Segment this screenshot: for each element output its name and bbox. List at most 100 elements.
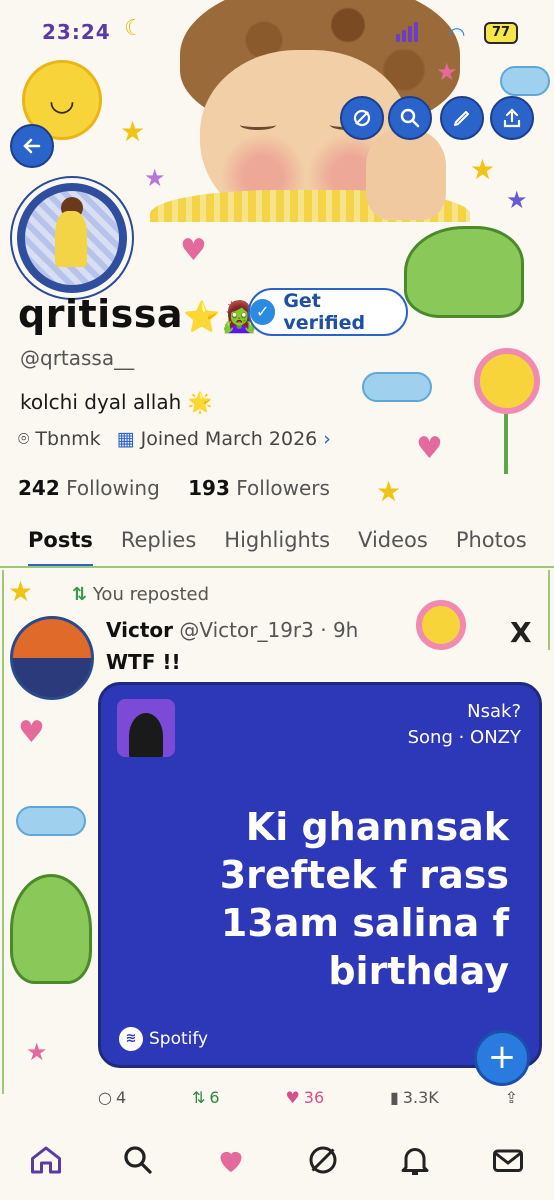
tab-photos[interactable]: Photos bbox=[456, 520, 527, 568]
share-post-button[interactable]: ⇪ bbox=[505, 1088, 518, 1107]
heart-doodle: ♥ bbox=[180, 233, 207, 268]
share-button[interactable] bbox=[490, 96, 534, 140]
cloud-doodle bbox=[16, 806, 86, 836]
dinosaur-doodle bbox=[10, 874, 92, 984]
home-icon bbox=[31, 1146, 62, 1174]
post-author-meta: @Victor_19r3 · 9h bbox=[179, 618, 359, 642]
banner-eye bbox=[240, 120, 276, 130]
nav-heart[interactable] bbox=[213, 1142, 249, 1182]
star-doodle: ★ bbox=[144, 164, 166, 192]
back-arrow-icon bbox=[23, 138, 41, 154]
search-icon bbox=[124, 1146, 153, 1174]
profile-meta: ⌾ Tbnmk ▦ Joined March 2026 › bbox=[18, 428, 331, 450]
frame-border bbox=[2, 570, 4, 1094]
post-author[interactable]: Victor @Victor_19r3 · 9h bbox=[106, 618, 358, 642]
spotify-icon: ≋ bbox=[119, 1027, 143, 1051]
tab-posts[interactable]: Posts bbox=[28, 520, 93, 568]
back-button[interactable] bbox=[10, 124, 54, 168]
frame-border bbox=[548, 570, 550, 650]
reply-button[interactable]: ○ 4 bbox=[98, 1088, 126, 1107]
song-thumbnail bbox=[117, 699, 175, 757]
post-author-name: Victor bbox=[106, 618, 174, 642]
spotify-source: ≋ Spotify bbox=[119, 1027, 208, 1051]
nav-search[interactable] bbox=[120, 1142, 156, 1182]
tab-highlights[interactable]: Highlights bbox=[224, 520, 330, 568]
wifi-icon: ◠ bbox=[448, 22, 466, 46]
banner-hand bbox=[366, 130, 446, 220]
reply-count: 4 bbox=[115, 1088, 127, 1107]
views-icon: ▮ bbox=[389, 1088, 399, 1107]
followers-link[interactable]: 193 Followers bbox=[188, 476, 330, 500]
post-close-button[interactable]: X bbox=[510, 616, 532, 649]
tab-videos[interactable]: Videos bbox=[358, 520, 428, 568]
chevron-right-icon[interactable]: › bbox=[323, 428, 331, 450]
nav-home[interactable] bbox=[28, 1142, 64, 1182]
views-button[interactable]: ▮ 3.3K bbox=[390, 1088, 439, 1107]
flower-stem bbox=[504, 414, 508, 474]
get-verified-label: Get verified bbox=[283, 290, 366, 334]
profile-handle: @qrtassa__ bbox=[20, 346, 135, 370]
grok-icon bbox=[309, 1146, 337, 1174]
grok-icon bbox=[353, 109, 371, 127]
share-icon bbox=[503, 108, 521, 128]
post-author-avatar[interactable] bbox=[10, 616, 94, 700]
cloud-doodle bbox=[500, 66, 550, 96]
search-button[interactable] bbox=[388, 96, 432, 140]
moon-icon: ☾ bbox=[124, 16, 144, 41]
repost-count: 6 bbox=[209, 1088, 220, 1107]
nav-grok[interactable] bbox=[305, 1142, 341, 1182]
star-doodle: ★ bbox=[120, 115, 146, 148]
repost-button[interactable]: ⇅ 6 bbox=[192, 1088, 220, 1107]
profile-name-emojis: ⭐🧟‍♀️ bbox=[183, 300, 259, 335]
heart-icon bbox=[220, 1151, 242, 1172]
reply-icon: ○ bbox=[98, 1088, 112, 1107]
flower-doodle bbox=[474, 348, 540, 414]
profile-joined[interactable]: Joined March 2026 bbox=[141, 428, 318, 450]
nav-messages[interactable] bbox=[490, 1142, 526, 1182]
repost-label: You reposted bbox=[92, 584, 210, 605]
following-label: Following bbox=[66, 476, 160, 500]
followers-count: 193 bbox=[188, 476, 230, 500]
get-verified-button[interactable]: ✓ Get verified bbox=[248, 288, 408, 336]
compose-fab-button[interactable]: + bbox=[474, 1030, 530, 1086]
verified-badge-icon: ✓ bbox=[250, 299, 276, 325]
bottom-navigation bbox=[0, 1124, 554, 1200]
heart-doodle: ♥ bbox=[416, 431, 443, 466]
repost-icon: ⇅ bbox=[192, 1088, 206, 1107]
like-button[interactable]: ♥ 36 bbox=[285, 1088, 324, 1107]
song-meta: Song · ONZY bbox=[407, 727, 521, 748]
dinosaur-doodle bbox=[404, 226, 524, 318]
profile-tabs: Posts Replies Highlights Videos Photos A bbox=[0, 520, 554, 568]
edit-button[interactable] bbox=[440, 96, 484, 140]
grok-button[interactable] bbox=[340, 96, 384, 140]
tab-replies[interactable]: Replies bbox=[121, 520, 196, 568]
follow-stats: 242 Following 193 Followers bbox=[18, 476, 330, 500]
followers-label: Followers bbox=[236, 476, 330, 500]
song-title: Nsak? bbox=[467, 701, 521, 722]
tabs-divider bbox=[0, 566, 554, 568]
location-icon: ⌾ bbox=[18, 428, 30, 450]
following-count: 242 bbox=[18, 476, 60, 500]
nav-notifications[interactable] bbox=[397, 1142, 433, 1182]
views-count: 3.3K bbox=[402, 1088, 439, 1107]
star-doodle: ★ bbox=[470, 153, 496, 186]
heart-doodle: ♥ bbox=[18, 715, 45, 750]
status-time: 23:24 bbox=[42, 20, 111, 44]
star-doodle: ★ bbox=[376, 475, 402, 508]
status-bar: 23:24 ☾ ◠ 77 bbox=[0, 0, 554, 60]
post-text: WTF !! bbox=[106, 650, 181, 674]
flower-doodle bbox=[416, 600, 466, 650]
search-icon bbox=[400, 108, 420, 128]
star-doodle: ★ bbox=[506, 186, 528, 214]
star-doodle: ★ bbox=[26, 1038, 48, 1066]
following-link[interactable]: 242 Following bbox=[18, 476, 160, 500]
spotify-lyrics-card[interactable]: Nsak? Song · ONZY Ki ghannsak 3reftek f … bbox=[98, 682, 542, 1068]
profile-bio-text: kolchi dyal allah bbox=[20, 390, 182, 414]
battery-indicator: 77 bbox=[484, 22, 518, 44]
profile-name: qritissa⭐🧟‍♀️ bbox=[18, 292, 259, 336]
profile-name-text: qritissa bbox=[18, 292, 184, 336]
like-count: 36 bbox=[303, 1088, 325, 1107]
signal-icon bbox=[396, 22, 420, 42]
profile-avatar[interactable] bbox=[12, 178, 132, 298]
heart-icon: ♥ bbox=[285, 1088, 300, 1107]
